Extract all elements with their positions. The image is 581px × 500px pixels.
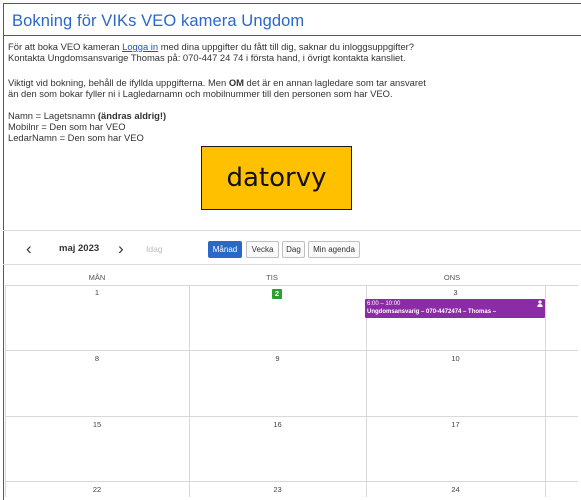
grid-top-divider — [3, 264, 581, 265]
day-cell-number[interactable]: 22 — [5, 485, 189, 494]
view-day-button[interactable]: Dag — [282, 241, 305, 258]
datorvy-label: datorvy — [201, 146, 352, 210]
view-week-button[interactable]: Vecka — [246, 241, 279, 258]
grid-line — [545, 285, 546, 497]
day-cell-number[interactable]: 1 — [5, 288, 189, 297]
event-time: 6:00 – 10:00 — [367, 301, 401, 307]
intro-paragraph: För att boka VEO kameran Logga in med di… — [8, 41, 414, 63]
grid-line — [5, 350, 578, 351]
calendar-divider — [3, 230, 581, 231]
day-cell-number[interactable]: 24 — [366, 485, 545, 494]
day-cell-number[interactable]: 3 — [366, 288, 545, 297]
day-cell-number[interactable]: 16 — [189, 420, 366, 429]
calendar-event[interactable]: 6:00 – 10:00 Ungdomsansvarig – 070-44724… — [365, 299, 545, 318]
view-month-button[interactable]: Månad — [208, 241, 242, 258]
day-cell-number[interactable]: 10 — [366, 354, 545, 363]
contact-text: Kontakta Ungdomsansvarige Thomas på: 070… — [8, 52, 406, 63]
view-agenda-button[interactable]: Min agenda — [308, 241, 360, 258]
leader-rule: LedarNamn = Den som har VEO — [8, 132, 144, 143]
grid-line — [5, 416, 578, 417]
event-title: Ungdomsansvarig – 070-4472474 – Thomas – — [367, 309, 497, 315]
grid-line — [189, 285, 190, 497]
chevron-right-icon[interactable]: › — [118, 239, 124, 259]
page-title: Bokning för VIKs VEO kamera Ungdom — [12, 12, 305, 30]
grid-line — [5, 285, 578, 286]
login-link[interactable]: Logga in — [122, 41, 158, 52]
important-paragraph: Viktigt vid bokning, behåll de ifyllda u… — [8, 77, 426, 99]
grid-line — [5, 285, 6, 497]
important-text: Viktigt vid bokning, behåll de ifyllda u… — [8, 77, 229, 88]
today-button[interactable]: Idag — [146, 244, 163, 254]
day-cell-number[interactable]: 15 — [5, 420, 189, 429]
title-divider — [3, 35, 581, 36]
calendar-toolbar: ‹ maj 2023 › Idag Månad Vecka Dag Min ag… — [3, 239, 581, 261]
today-day-badge[interactable]: 2 — [272, 289, 282, 299]
day-cell-number[interactable]: 17 — [366, 420, 545, 429]
important-bold: OM — [228, 77, 244, 88]
name-rule-bold: (ändras aldrig!) — [97, 110, 167, 121]
day-cell-number[interactable]: 9 — [189, 354, 366, 363]
name-rule: Namn = Lagetsnamn — [8, 110, 98, 121]
rules-paragraph: Namn = Lagetsnamn (ändras aldrig!) Mobil… — [8, 110, 166, 143]
grid-line — [5, 481, 578, 482]
intro-text: För att boka VEO kameran — [8, 41, 123, 52]
day-cell-number[interactable]: 8 — [5, 354, 189, 363]
mobile-rule: Mobilnr = Den som har VEO — [8, 121, 126, 132]
day-cell-number[interactable]: 23 — [189, 485, 366, 494]
important-text-end: det är en annan lagledare som tar ansvar… — [243, 77, 426, 88]
weekday-header-wed: ONS — [443, 273, 461, 282]
important-text-line2: än den som bokar fyller ni i Lagledarnam… — [8, 88, 393, 99]
weekday-header-mon: MÅN — [88, 273, 106, 282]
weekday-header-tue: TIS — [266, 273, 278, 282]
person-icon — [537, 300, 543, 307]
chevron-left-icon[interactable]: ‹ — [26, 239, 32, 259]
intro-text-end: med dina uppgifter du fått till dig, sak… — [158, 41, 414, 52]
month-label: maj 2023 — [59, 243, 100, 254]
